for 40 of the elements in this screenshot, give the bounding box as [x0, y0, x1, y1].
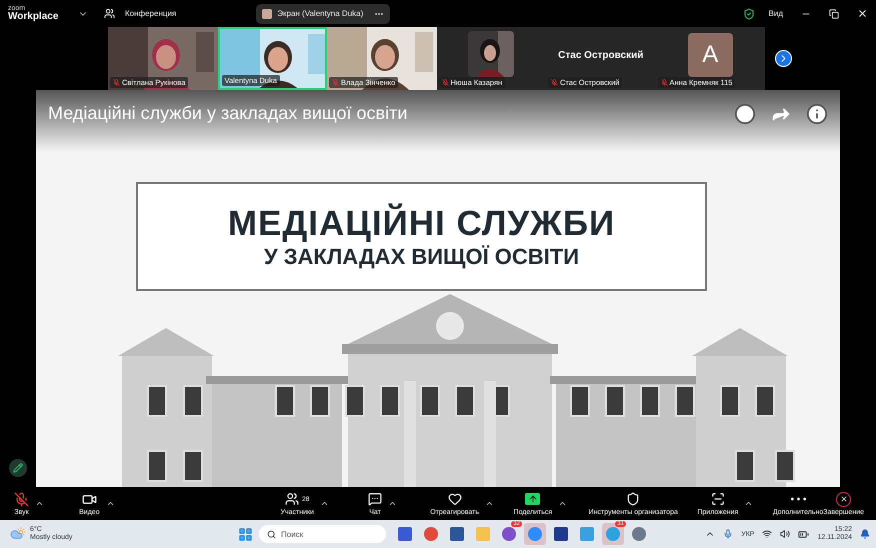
restore-icon[interactable] [829, 8, 839, 18]
info-icon[interactable] [806, 103, 828, 125]
close-icon [836, 492, 852, 506]
apps-icon [710, 492, 725, 506]
meeting-menu[interactable]: Конференция [125, 9, 176, 18]
video-title: Медіаційні служби у закладах вищої освіти [48, 103, 408, 124]
pencil-icon [13, 463, 23, 473]
people-icon [104, 8, 115, 19]
participant-name: Стас Островский [558, 50, 644, 61]
shield-icon [626, 492, 640, 506]
bell-icon[interactable] [860, 529, 870, 539]
caret-icon[interactable] [744, 499, 754, 508]
view-button[interactable]: Вид [768, 9, 783, 18]
caret-icon[interactable] [388, 499, 398, 508]
caret-icon[interactable] [320, 499, 329, 508]
heart-icon [448, 492, 462, 506]
app-title: Workplace [8, 12, 60, 22]
pencil-button[interactable] [9, 459, 27, 477]
chat-icon [368, 492, 382, 506]
mic-icon[interactable] [723, 529, 734, 539]
speaker-icon[interactable] [780, 529, 790, 539]
weather-icon [10, 527, 26, 541]
slide-subtitle: У ЗАКЛАДАХ ВИЩОЇ ОСВІТИ [264, 244, 580, 270]
people-icon [285, 492, 300, 506]
avatar-icon [262, 8, 272, 18]
slide-title: МЕДІАЦІЙНІ СЛУЖБИ [228, 204, 616, 244]
search-field[interactable]: Поиск [259, 525, 386, 543]
close-icon[interactable] [857, 8, 868, 19]
avatar: А [688, 32, 733, 76]
caret-icon[interactable] [485, 499, 494, 508]
battery-icon[interactable] [798, 528, 810, 540]
caret-icon[interactable] [558, 499, 568, 508]
more-icon [790, 497, 806, 501]
wifi-icon[interactable] [762, 529, 772, 539]
caret-icon[interactable] [35, 499, 44, 508]
start-icon[interactable] [238, 526, 253, 542]
shield-check-icon[interactable] [742, 8, 755, 20]
next-page-button[interactable] [775, 50, 792, 67]
caret-icon[interactable] [106, 499, 115, 508]
screen-share-pill[interactable]: Экран (Valentyna Duka) [256, 4, 390, 24]
